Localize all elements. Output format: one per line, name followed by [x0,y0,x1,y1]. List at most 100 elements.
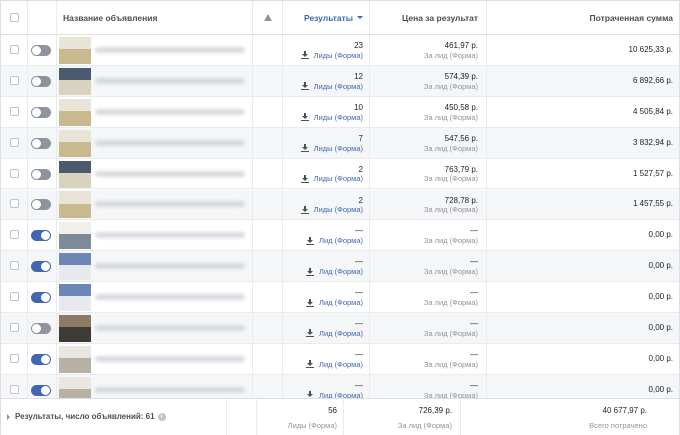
ad-name-blurred[interactable] [95,139,245,146]
row-toggle-cell[interactable] [28,127,57,158]
status-toggle[interactable] [31,353,51,365]
ad-name-cell[interactable] [57,96,253,127]
ad-name-cell[interactable] [57,189,253,220]
row-toggle-cell[interactable] [28,189,57,220]
result-type[interactable]: Лид (Форма) [306,329,363,338]
status-toggle[interactable] [31,384,51,396]
row-checkbox[interactable] [10,353,19,363]
ad-name-blurred[interactable] [95,263,245,270]
row-toggle-cell[interactable] [28,65,57,96]
row-checkbox[interactable] [10,168,19,178]
ad-name-cell[interactable] [57,158,253,189]
ad-name-cell[interactable] [57,220,253,251]
select-all-checkbox[interactable] [10,12,19,22]
ad-name-cell[interactable] [57,344,253,374]
row-checkbox-cell[interactable] [1,313,28,343]
header-cost-per-result[interactable]: Цена за результат [370,1,487,34]
table-row[interactable]: — Лид (Форма) — За лид (Форма) 0,00 р. [1,313,679,344]
ad-name-cell[interactable] [57,127,253,158]
row-checkbox[interactable] [10,75,19,85]
row-checkbox[interactable] [10,230,19,240]
row-checkbox[interactable] [10,44,19,54]
footer-label-cell[interactable]: Результаты, число объявлений: 61 i [1,399,227,435]
ad-name-cell[interactable] [57,282,253,313]
row-checkbox[interactable] [10,261,19,271]
row-checkbox-cell[interactable] [1,96,28,127]
ad-name-cell[interactable] [57,313,253,343]
ad-name-blurred[interactable] [95,201,245,208]
row-toggle-cell[interactable] [28,158,57,189]
table-row[interactable]: 23 Лиды (Форма) 461,97 р. За лид (Форма)… [1,35,679,66]
ad-name-blurred[interactable] [95,232,245,239]
ad-name-blurred[interactable] [95,386,245,393]
result-type[interactable]: Лид (Форма) [306,360,363,369]
table-row[interactable]: 10 Лиды (Форма) 450,58 р. За лид (Форма)… [1,96,679,128]
row-checkbox-cell[interactable] [1,65,28,96]
ad-name-blurred[interactable] [95,108,245,115]
ad-name-blurred[interactable] [95,355,245,362]
result-type[interactable]: Лиды (Форма) [300,205,363,214]
header-results[interactable]: Результаты [283,1,370,34]
row-checkbox-cell[interactable] [1,127,28,158]
row-checkbox-cell[interactable] [1,282,28,313]
status-toggle[interactable] [31,261,51,273]
status-toggle[interactable] [31,106,51,118]
ad-name-blurred[interactable] [95,294,245,301]
row-checkbox[interactable] [10,106,19,116]
ad-name-blurred[interactable] [95,325,245,332]
row-checkbox-cell[interactable] [1,220,28,251]
row-toggle-cell[interactable] [28,35,57,65]
row-toggle-cell[interactable] [28,96,57,127]
row-checkbox-cell[interactable] [1,189,28,220]
ad-name-cell[interactable] [57,251,253,282]
row-checkbox-cell[interactable] [1,158,28,189]
row-toggle-cell[interactable] [28,282,57,313]
row-checkbox-cell[interactable] [1,344,28,374]
result-type[interactable]: Лиды (Форма) [300,51,363,60]
row-checkbox[interactable] [10,292,19,302]
header-amount-spent[interactable]: Потраченная сумма [487,1,679,34]
status-toggle[interactable] [31,137,51,149]
table-row[interactable]: 12 Лиды (Форма) 574,39 р. За лид (Форма)… [1,65,679,97]
header-select-all-cell[interactable] [1,1,28,34]
status-toggle[interactable] [31,292,51,304]
ad-name-blurred[interactable] [95,46,245,53]
table-row[interactable]: — Лид (Форма) — За лид (Форма) 0,00 р. [1,251,679,283]
status-toggle[interactable] [31,75,51,87]
ad-name-blurred[interactable] [95,170,245,177]
ad-name-blurred[interactable] [95,77,245,84]
status-toggle[interactable] [31,44,51,56]
header-warning[interactable] [253,1,283,34]
result-type[interactable]: Лиды (Форма) [300,82,363,91]
row-checkbox[interactable] [10,384,19,394]
status-toggle[interactable] [31,168,51,180]
row-toggle-cell[interactable] [28,344,57,374]
row-checkbox[interactable] [10,323,19,333]
table-row[interactable]: 2 Лиды (Форма) 728,78 р. За лид (Форма) … [1,189,679,221]
row-checkbox-cell[interactable] [1,251,28,282]
row-checkbox-cell[interactable] [1,35,28,65]
result-type[interactable]: Лид (Форма) [306,236,363,245]
row-toggle-cell[interactable] [28,220,57,251]
table-row[interactable]: 7 Лиды (Форма) 547,56 р. За лид (Форма) … [1,127,679,159]
status-toggle[interactable] [31,323,51,335]
row-toggle-cell[interactable] [28,251,57,282]
result-type[interactable]: Лид (Форма) [306,267,363,276]
row-checkbox[interactable] [10,137,19,147]
table-row[interactable]: 2 Лиды (Форма) 763,79 р. За лид (Форма) … [1,158,679,190]
status-toggle[interactable] [31,199,51,211]
result-type[interactable]: Лид (Форма) [306,298,363,307]
row-toggle-cell[interactable] [28,313,57,343]
header-name[interactable]: Название объявления [57,1,253,34]
info-icon[interactable]: i [157,412,166,421]
row-checkbox[interactable] [10,199,19,209]
result-type[interactable]: Лиды (Форма) [300,174,363,183]
ad-name-cell[interactable] [57,35,253,65]
result-type[interactable]: Лиды (Форма) [300,113,363,122]
table-row[interactable]: — Лид (Форма) — За лид (Форма) 0,00 р. [1,220,679,252]
table-row[interactable]: — Лид (Форма) — За лид (Форма) 0,00 р. [1,282,679,314]
table-row[interactable]: — Лид (Форма) — За лид (Форма) 0,00 р. [1,344,679,375]
ad-name-cell[interactable] [57,65,253,96]
result-type[interactable]: Лиды (Форма) [300,144,363,153]
expand-caret-icon[interactable] [7,413,10,420]
